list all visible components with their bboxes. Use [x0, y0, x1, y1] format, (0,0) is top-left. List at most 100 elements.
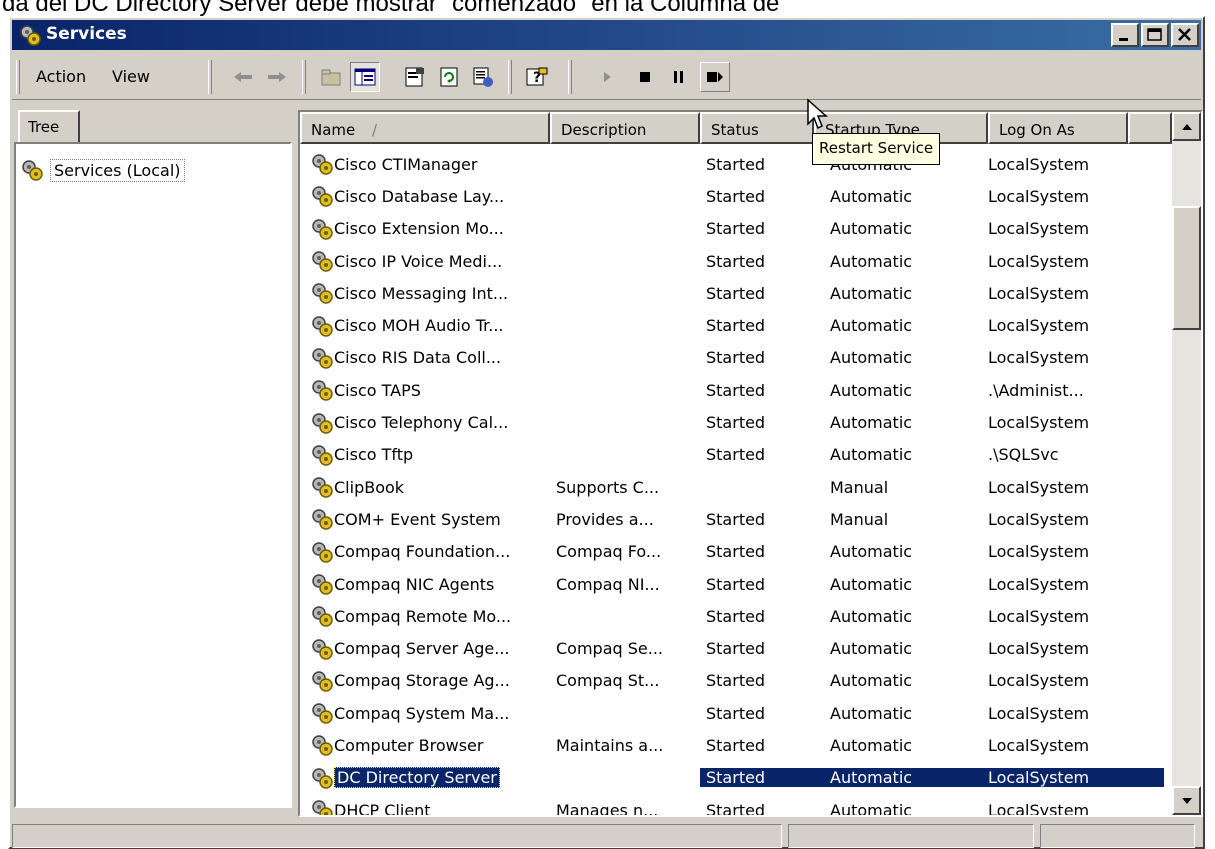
properties-button[interactable]	[400, 62, 430, 92]
cell-startup-type: Automatic	[830, 445, 913, 465]
forward-arrow-icon	[268, 72, 286, 82]
table-row[interactable]: Computer Browser Maintains a... Started Aut…	[300, 729, 1172, 761]
cell-log-on-as: LocalSystem	[988, 413, 1090, 433]
cell-startup-type: Automatic	[814, 768, 984, 788]
column-header-status[interactable]: Status	[700, 112, 814, 144]
stop-service-button[interactable]	[630, 62, 660, 92]
service-gear-icon	[312, 154, 333, 175]
cell-log-on-as: LocalSystem	[988, 477, 1090, 497]
table-row[interactable]: Cisco TAPS Started Automatic .\Administ...	[300, 374, 1172, 406]
toolbar-grip[interactable]	[208, 60, 212, 94]
table-row[interactable]: Cisco Telephony Cal... Started Automatic Lo…	[300, 406, 1172, 438]
table-row[interactable]: COM+ Event System Provides a... Started Man…	[300, 503, 1172, 535]
table-row[interactable]: Cisco Messaging Int... Started Automatic Lo…	[300, 277, 1172, 309]
toolbar-grip[interactable]	[16, 60, 20, 94]
table-row[interactable]: Cisco Database Lay... Started Automatic Loc…	[300, 180, 1172, 212]
refresh-button[interactable]	[434, 62, 464, 92]
up-folder-icon	[321, 69, 341, 86]
tab-tree[interactable]: Tree	[18, 110, 80, 142]
table-row[interactable]: Compaq Foundation... Compaq Fo... Started A…	[300, 536, 1172, 568]
service-name: Compaq Server Age...	[334, 639, 510, 659]
table-row[interactable]: Cisco MOH Audio Tr... Started Automatic Loc…	[300, 309, 1172, 341]
services-list[interactable]: Name / Description Status Startup Type L…	[298, 110, 1203, 817]
scroll-down-button[interactable]	[1172, 786, 1201, 815]
service-name: Cisco MOH Audio Tr...	[334, 316, 504, 336]
toolbar-grip	[568, 60, 572, 94]
column-header-log-on-as[interactable]: Log On As	[988, 112, 1128, 144]
cell-name: Cisco MOH Audio Tr...	[300, 314, 550, 338]
cell-status: Started	[700, 768, 814, 788]
cell-log-on-as: LocalSystem	[988, 735, 1090, 755]
cell-status: Started	[706, 348, 766, 368]
cell-status: Started	[706, 316, 766, 336]
column-header-description[interactable]: Description	[550, 112, 700, 144]
table-row[interactable]: DHCP Client Manages n... Started Automatic L…	[300, 794, 1172, 815]
cell-status: Started	[706, 380, 766, 400]
scroll-thumb[interactable]	[1172, 206, 1201, 330]
service-name: Cisco CTIManager	[334, 154, 478, 174]
vertical-scrollbar[interactable]	[1172, 112, 1201, 815]
cell-status: Started	[706, 154, 766, 174]
export-list-icon	[473, 67, 493, 87]
cell-name: Computer Browser	[300, 733, 550, 757]
table-row[interactable]: Compaq System Ma... Started Automatic Local…	[300, 697, 1172, 729]
cell-startup-type: Manual	[830, 477, 889, 497]
up-level-button[interactable]	[316, 62, 346, 92]
column-header-name[interactable]: Name /	[300, 112, 550, 144]
table-row[interactable]: Compaq Storage Ag... Compaq St... Started A…	[300, 665, 1172, 697]
table-row[interactable]: Cisco IP Voice Medi... Started Automatic Lo…	[300, 245, 1172, 277]
cell-startup-type: Automatic	[830, 348, 913, 368]
service-name: DC Directory Server	[334, 767, 500, 789]
table-row[interactable]: Compaq NIC Agents Compaq NI... Started Auto…	[300, 568, 1172, 600]
cell-name: Compaq Server Age...	[300, 637, 550, 661]
cell-name: DC Directory Server	[300, 766, 550, 790]
export-list-button[interactable]	[468, 62, 498, 92]
cell-status: Started	[706, 574, 766, 594]
service-gear-icon	[312, 186, 333, 208]
cell-startup-type: Automatic	[830, 283, 913, 303]
column-header-label: Log On As	[999, 121, 1075, 139]
scroll-up-button[interactable]	[1172, 112, 1201, 141]
pause-service-button[interactable]	[664, 62, 694, 92]
table-row[interactable]: Cisco RIS Data Coll... Started Automatic Lo…	[300, 342, 1172, 374]
forward-button[interactable]	[262, 62, 292, 92]
restart-service-button[interactable]	[700, 62, 730, 92]
menu-action[interactable]: Action	[36, 67, 86, 86]
cell-status: Started	[706, 509, 766, 529]
start-service-button[interactable]	[592, 62, 622, 92]
cell-startup-type: Automatic	[830, 251, 913, 271]
table-row[interactable]: DC Directory Server Started Automatic Local…	[300, 762, 1172, 794]
help-button[interactable]: ?	[522, 62, 552, 92]
restart-service-icon	[707, 72, 723, 82]
cell-status: Started	[706, 671, 766, 691]
show-hide-tree-button[interactable]	[350, 62, 380, 92]
maximize-button[interactable]	[1141, 23, 1169, 47]
service-name: Computer Browser	[334, 735, 484, 755]
table-row[interactable]: Compaq Server Age... Compaq Se... Started A…	[300, 632, 1172, 664]
tree-view[interactable]: Services (Local)	[14, 142, 292, 808]
service-name: ClipBook	[334, 477, 405, 497]
table-row[interactable]: Compaq Remote Mo... Started Automatic Local…	[300, 600, 1172, 632]
services-window: Services Action View ? Tree Services (Lo…	[8, 16, 1205, 849]
list-rows: Cisco CTIManagerStartedAutomaticLocalSys…	[300, 148, 1172, 815]
arrow-up-icon	[1181, 123, 1192, 130]
service-gear-icon	[312, 574, 333, 595]
cell-startup-type: Automatic	[830, 542, 913, 562]
back-button[interactable]	[228, 62, 258, 92]
close-button[interactable]	[1171, 23, 1199, 47]
cell-log-on-as: LocalSystem	[988, 316, 1090, 336]
cell-name: COM+ Event System	[300, 507, 550, 531]
cell-name: Cisco TAPS	[300, 378, 550, 402]
tree-node-services-local[interactable]: Services (Local)	[20, 158, 185, 182]
menu-view[interactable]: View	[112, 67, 150, 86]
table-row[interactable]: Cisco Extension Mo... Started Automatic Loc…	[300, 213, 1172, 245]
minimize-button[interactable]	[1111, 23, 1139, 47]
table-row[interactable]: ClipBook Supports C... Manual LocalSystem	[300, 471, 1172, 503]
title-bar[interactable]: Services	[12, 20, 1201, 50]
service-name: Compaq Storage Ag...	[334, 671, 510, 691]
table-row[interactable]: Cisco Tftp Started Automatic .\SQLSvc	[300, 439, 1172, 471]
cell-description: Compaq NI...	[556, 574, 660, 594]
service-gear-icon	[312, 638, 333, 660]
toolbar-grip	[508, 60, 512, 94]
table-row[interactable]: Cisco CTIManagerStartedAutomaticLocalSys…	[300, 148, 1172, 180]
